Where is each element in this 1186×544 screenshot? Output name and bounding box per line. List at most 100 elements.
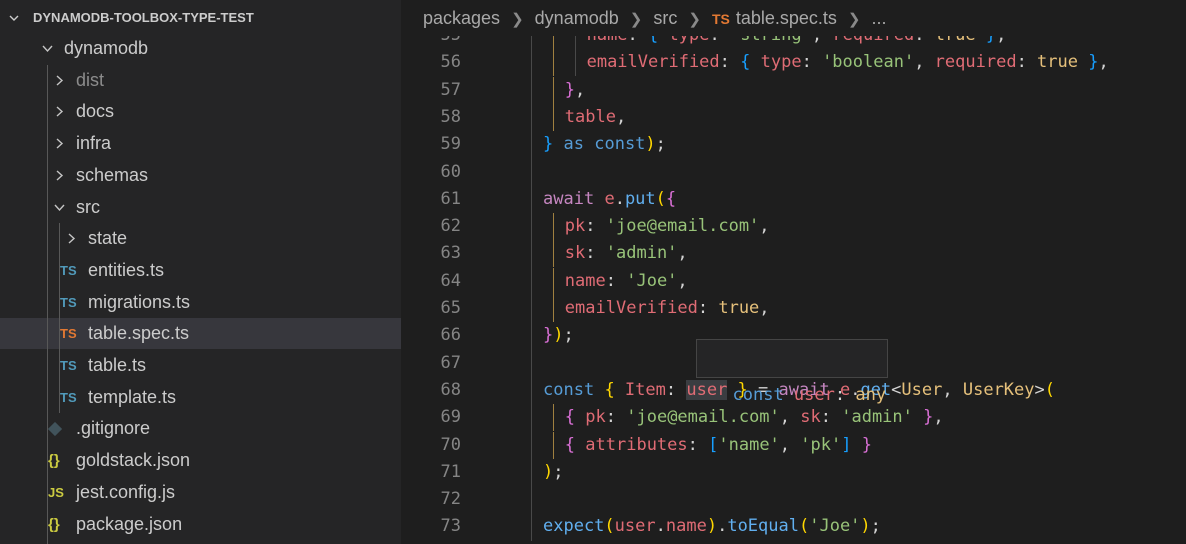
code-token: , bbox=[677, 270, 688, 291]
code-token: } bbox=[912, 407, 934, 428]
chevron-right-icon bbox=[56, 138, 64, 149]
indent-guide bbox=[531, 376, 533, 405]
line-number: 73 bbox=[440, 516, 461, 537]
breadcrumb-item-file[interactable]: table.spec.ts bbox=[736, 8, 837, 28]
tree-item-state[interactable]: state bbox=[0, 223, 401, 254]
breadcrumb-item-src[interactable]: src bbox=[653, 8, 677, 28]
code-token: ( bbox=[798, 516, 810, 537]
indent-guide bbox=[553, 49, 554, 77]
code-text: await e.put({ bbox=[543, 186, 676, 213]
typescript-file-icon: TS bbox=[60, 358, 77, 373]
code-token: , bbox=[933, 407, 944, 428]
line-number: 61 bbox=[440, 188, 461, 209]
tree-item-goldstack-json[interactable]: {} goldstack.json bbox=[0, 445, 401, 476]
code-token: 'boolean' bbox=[822, 52, 915, 73]
code-line[interactable]: 59} as const); bbox=[401, 131, 1186, 160]
tree-item-template-ts[interactable]: TS template.ts bbox=[0, 382, 401, 413]
indent-guide bbox=[531, 158, 533, 187]
tree-item-label: docs bbox=[76, 101, 115, 122]
line-number: 56 bbox=[440, 52, 461, 73]
code-text: emailVerified: true, bbox=[565, 295, 770, 322]
tree-item-migrations-ts[interactable]: TS migrations.ts bbox=[0, 287, 401, 318]
code-line[interactable]: 73 expect(user.name).toEqual('Joe'); bbox=[401, 513, 1186, 542]
code-token: ; bbox=[563, 325, 574, 346]
typescript-file-icon: TS bbox=[60, 389, 77, 405]
tree-item-label: dist bbox=[76, 69, 105, 90]
tree-item-table-ts[interactable]: TS table.ts bbox=[0, 350, 401, 381]
code-token: true bbox=[718, 298, 760, 318]
indent-guide bbox=[574, 49, 576, 77]
code-line[interactable]: 64 name: 'Joe', bbox=[401, 267, 1186, 296]
code-token: const bbox=[594, 134, 646, 155]
explorer-root-title: DYNAMODB-TOOLBOX-TYPE-TEST bbox=[33, 10, 254, 25]
json-file-icon: {} bbox=[48, 515, 60, 533]
tree-item-label: template.ts bbox=[88, 386, 177, 407]
explorer-root-header[interactable]: DYNAMODB-TOOLBOX-TYPE-TEST bbox=[0, 0, 401, 36]
chevron-right-icon: ❯ bbox=[629, 11, 643, 28]
line-number: 67 bbox=[440, 352, 461, 373]
code-token: true bbox=[1037, 52, 1078, 73]
tree-item-entities-ts[interactable]: TS entities.ts bbox=[0, 255, 401, 286]
code-token: ) bbox=[645, 134, 656, 155]
tree-item-dynamodb[interactable]: dynamodb bbox=[0, 33, 401, 64]
code-token: User bbox=[901, 379, 943, 400]
breadcrumb-item-packages[interactable]: packages bbox=[423, 8, 500, 28]
code-line[interactable]: 63 sk: 'admin', bbox=[401, 240, 1186, 269]
indent-guide bbox=[531, 49, 533, 78]
chevron-right-icon bbox=[68, 233, 76, 244]
code-line[interactable]: 62 pk: 'joe@email.com', bbox=[401, 213, 1186, 242]
code-token: 'joe@email.com' bbox=[605, 216, 760, 237]
code-token: } bbox=[1078, 52, 1099, 73]
code-line[interactable]: 71); bbox=[401, 458, 1186, 487]
code-line[interactable]: 65 emailVerified: true, bbox=[401, 295, 1186, 323]
code-line[interactable]: 72 bbox=[401, 486, 1186, 515]
tree-item-jest-config-js[interactable]: JS jest.config.js bbox=[0, 477, 401, 508]
code-line[interactable]: 61 await e.put({ bbox=[401, 185, 1186, 214]
tree-item-infra[interactable]: infra bbox=[0, 128, 401, 159]
code-token: { bbox=[665, 188, 677, 209]
indent-guide bbox=[553, 103, 554, 131]
typescript-file-icon: TS bbox=[711, 11, 730, 27]
code-line[interactable]: 60 bbox=[401, 158, 1186, 187]
tree-item-dist[interactable]: dist bbox=[0, 65, 401, 96]
code-token: , bbox=[1098, 52, 1109, 73]
code-token: 'name' bbox=[718, 434, 780, 455]
line-number: 71 bbox=[440, 461, 461, 482]
tree-item-table-spec-ts[interactable]: TS table.spec.ts bbox=[0, 318, 401, 350]
chevron-down-icon bbox=[42, 45, 53, 53]
code-token: ] bbox=[841, 434, 852, 455]
tree-item-schemas[interactable]: schemas bbox=[0, 160, 401, 191]
code-token: , bbox=[942, 379, 963, 400]
code-line[interactable]: 70 { attributes: ['name', 'pk'] } bbox=[401, 431, 1186, 460]
code-token: ) bbox=[860, 516, 871, 537]
hover-tooltip: const user: any bbox=[696, 339, 888, 405]
breadcrumb-item-symbols[interactable]: ... bbox=[872, 8, 887, 28]
code-token: ; bbox=[870, 516, 881, 537]
indent-guide bbox=[531, 486, 533, 515]
tree-item-label: schemas bbox=[76, 164, 149, 185]
tree-item-src[interactable]: src bbox=[0, 192, 401, 223]
code-editor[interactable]: 55name: { type: 'string', required: true… bbox=[401, 22, 1186, 544]
hover-colon: : bbox=[834, 385, 846, 405]
code-line[interactable]: 57}, bbox=[401, 76, 1186, 105]
tree-item-package-json[interactable]: {} package.json bbox=[0, 509, 401, 540]
code-text: }); bbox=[543, 322, 574, 349]
code-token: UserKey bbox=[962, 379, 1035, 400]
tree-item-docs[interactable]: docs bbox=[0, 96, 401, 127]
tree-item-gitignore[interactable]: .gitignore bbox=[0, 413, 401, 444]
tree-item-label: migrations.ts bbox=[88, 291, 191, 312]
javascript-file-icon: JS bbox=[48, 484, 64, 500]
code-line[interactable]: 58 table, bbox=[401, 103, 1186, 132]
code-token: { bbox=[740, 52, 761, 73]
code-text: table, bbox=[565, 104, 626, 131]
breadcrumb-item-dynamodb[interactable]: dynamodb bbox=[535, 8, 619, 28]
indent-guide bbox=[553, 267, 554, 295]
chevron-right-icon: ❯ bbox=[511, 11, 524, 28]
code-line[interactable]: 56 emailVerified: { type: 'boolean', requ… bbox=[401, 49, 1186, 78]
code-token: , bbox=[615, 106, 627, 127]
indent-guide bbox=[531, 240, 533, 269]
indent-guide bbox=[531, 404, 533, 433]
code-token: } bbox=[851, 434, 872, 455]
code-token: put bbox=[624, 188, 656, 209]
